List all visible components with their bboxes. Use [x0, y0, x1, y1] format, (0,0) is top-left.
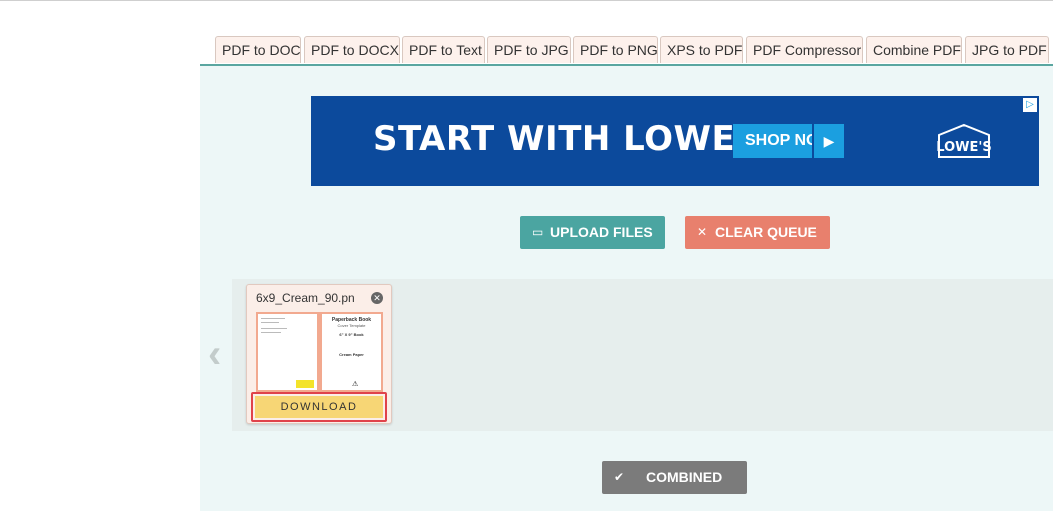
tab-jpg-to-pdf[interactable]: JPG to PDF [965, 36, 1049, 63]
checkmark-icon: ✔ [614, 470, 625, 484]
warning-icon: ⚠ [352, 381, 359, 388]
close-icon: ✕ [697, 225, 708, 239]
combined-button[interactable]: ✔ COMBINED [602, 461, 747, 494]
thumbnail-front-page: Paperback Book Cover Template 6" X 9" Bo… [322, 314, 381, 390]
tab-combine-pdf[interactable]: Combine PDF [866, 36, 962, 63]
chevron-left-icon[interactable]: ‹ [208, 334, 221, 374]
file-thumbnail: Paperback Book Cover Template 6" X 9" Bo… [256, 312, 383, 393]
thumbnail-paper: Cream Paper [339, 352, 364, 357]
tab-pdf-to-jpg[interactable]: PDF to JPG [487, 36, 571, 63]
upload-files-label: UPLOAD FILES [550, 224, 653, 240]
thumbnail-size: 6" X 9" Book [339, 332, 364, 337]
top-rule [0, 0, 1053, 1]
ad-banner[interactable]: START WITH LOWE'S SHOP NOW ▶ LOWE'S ▷ [311, 96, 1039, 186]
tab-pdf-to-png[interactable]: PDF to PNG [573, 36, 658, 63]
ad-headline: START WITH LOWE'S [373, 119, 772, 159]
clear-queue-button[interactable]: ✕ CLEAR QUEUE [685, 216, 830, 249]
combined-label: COMBINED [646, 469, 723, 485]
thumbnail-back-page [258, 314, 317, 390]
tab-pdf-to-text[interactable]: PDF to Text [402, 36, 485, 63]
adchoices-icon[interactable]: ▷ [1023, 98, 1037, 112]
tab-xps-to-pdf[interactable]: XPS to PDF [660, 36, 743, 63]
ad-shop-now-button[interactable]: SHOP NOW ▶ [733, 124, 844, 158]
remove-file-icon[interactable]: ✕ [371, 292, 383, 304]
download-highlight: DOWNLOAD [251, 392, 387, 422]
folder-open-icon: ▭ [532, 225, 544, 239]
clear-queue-label: CLEAR QUEUE [715, 224, 817, 240]
tab-pdf-to-docx[interactable]: PDF to DOCX [304, 36, 400, 63]
tab-pdf-to-doc[interactable]: PDF to DOC [215, 36, 301, 63]
upload-files-button[interactable]: ▭ UPLOAD FILES [520, 216, 665, 249]
play-arrow-icon: ▶ [812, 124, 844, 158]
lowes-logo-text: LOWE'S [936, 140, 991, 155]
barcode-area [296, 380, 314, 388]
thumbnail-subtitle: Cover Template [337, 323, 366, 328]
lowes-logo: LOWE'S [936, 123, 992, 158]
download-button[interactable]: DOWNLOAD [255, 396, 383, 418]
tab-pdf-compressor[interactable]: PDF Compressor [746, 36, 863, 63]
file-name: 6x9_Cream_90.pn [256, 291, 355, 305]
